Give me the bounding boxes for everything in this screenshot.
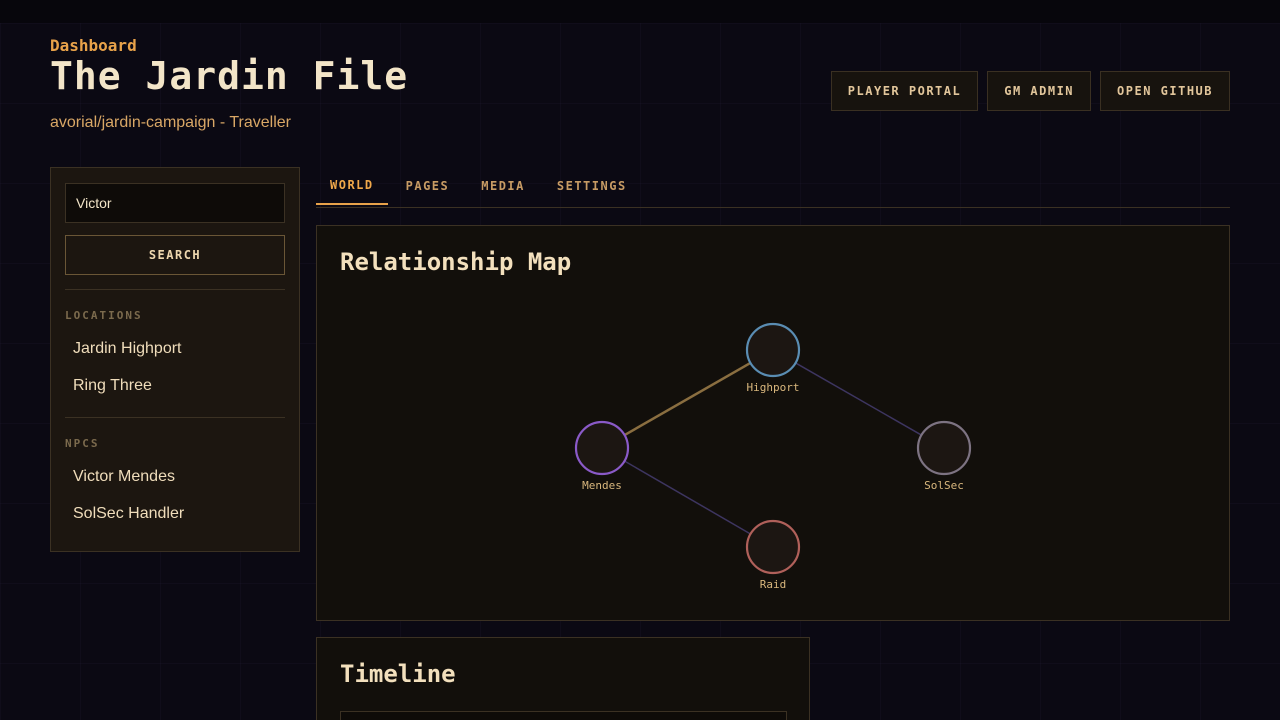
node-solsec[interactable]: [916, 420, 972, 476]
npcs-list: Victor Mendes SolSec Handler: [65, 458, 285, 532]
section-label-npcs: NPCS: [65, 437, 100, 450]
node-label-mendes: Mendes: [582, 479, 622, 492]
node-label-raid: Raid: [760, 578, 787, 591]
timeline-panel: Timeline: [316, 637, 810, 720]
node-highport[interactable]: [745, 322, 801, 378]
section-label-locations: LOCATIONS: [65, 309, 143, 322]
edge-mendes-raid: [624, 460, 751, 535]
edge-highport-solsec: [795, 362, 922, 436]
tab-media[interactable]: MEDIA: [467, 167, 539, 205]
tab-bar: WORLD PAGES MEDIA SETTINGS: [316, 167, 1230, 208]
sidebar: SEARCH LOCATIONS Jardin Highport Ring Th…: [50, 167, 300, 552]
edge-mendes-highport: [623, 361, 752, 437]
timeline-content: [340, 711, 787, 720]
header-actions: PLAYER PORTAL GM ADMIN OPEN GITHUB: [830, 71, 1230, 111]
timeline-title: Timeline: [340, 660, 456, 688]
player-portal-button[interactable]: PLAYER PORTAL: [830, 71, 979, 111]
search-input[interactable]: [65, 183, 285, 223]
sidebar-item-jardin-highport[interactable]: Jardin Highport: [65, 330, 285, 367]
gm-admin-button[interactable]: GM ADMIN: [987, 71, 1092, 111]
relationship-map-panel: Highport Mendes SolSec Raid Relationship Ma…: [316, 225, 1230, 621]
page-title: The Jardin File: [50, 54, 409, 98]
sidebar-divider: [65, 417, 285, 418]
relationship-graph: Highport Mendes SolSec Raid: [574, 322, 972, 591]
relationship-map-title: Relationship Map: [340, 248, 572, 276]
sidebar-divider: [65, 289, 285, 290]
locations-list: Jardin Highport Ring Three: [65, 330, 285, 404]
tab-world[interactable]: WORLD: [316, 167, 388, 205]
sidebar-item-victor-mendes[interactable]: Victor Mendes: [65, 458, 285, 495]
node-mendes[interactable]: [574, 420, 630, 476]
node-raid[interactable]: [745, 519, 801, 575]
top-strip: [0, 0, 1280, 23]
sidebar-item-solsec-handler[interactable]: SolSec Handler: [65, 495, 285, 532]
node-label-solsec: SolSec: [924, 479, 964, 492]
tab-settings[interactable]: SETTINGS: [543, 167, 641, 205]
node-label-highport: Highport: [747, 381, 800, 394]
search-button[interactable]: SEARCH: [65, 235, 285, 275]
tab-pages[interactable]: PAGES: [392, 167, 464, 205]
open-github-button[interactable]: OPEN GITHUB: [1100, 71, 1230, 111]
page-eyebrow: Dashboard: [50, 36, 137, 55]
sidebar-item-ring-three[interactable]: Ring Three: [65, 367, 285, 404]
repo-subtitle: avorial/jardin-campaign - Traveller: [50, 114, 291, 131]
